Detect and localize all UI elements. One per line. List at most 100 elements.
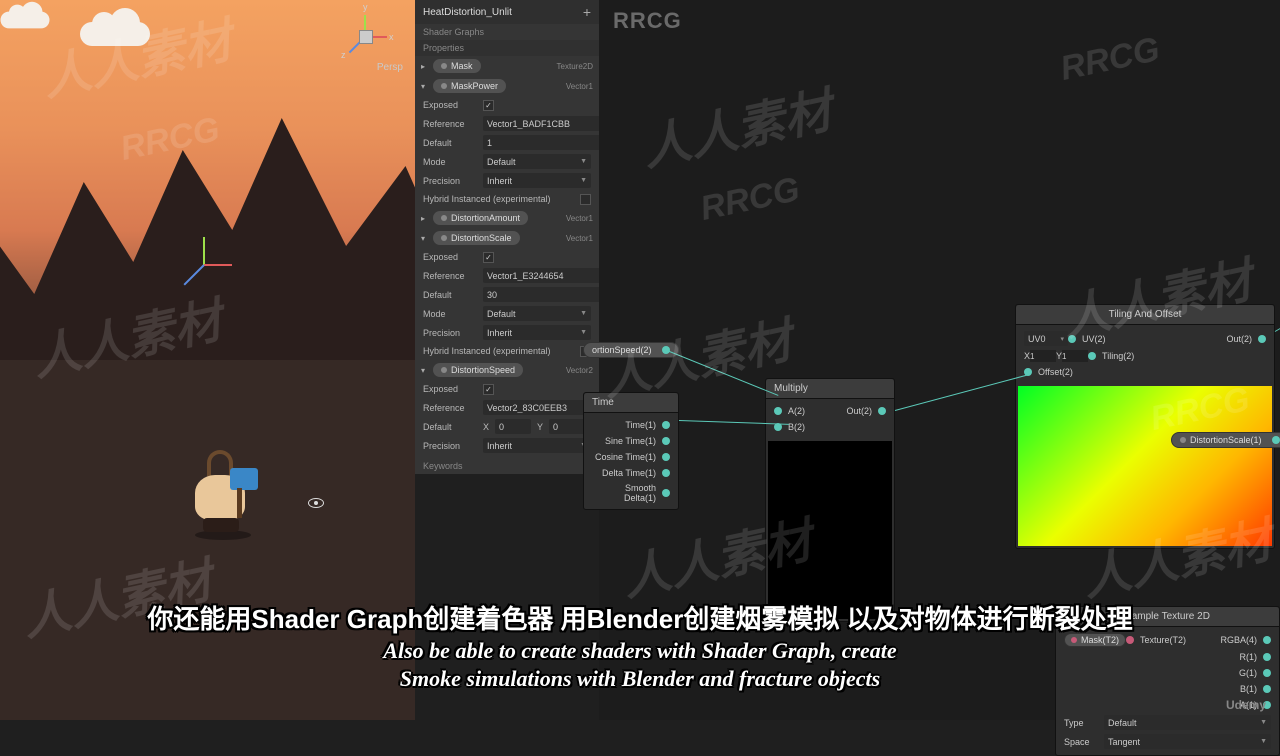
property-distortionscale[interactable]: ▾ DistortionScale Vector1 bbox=[415, 228, 599, 248]
connection-edge[interactable] bbox=[1275, 291, 1280, 332]
node-title[interactable]: Time bbox=[584, 393, 678, 413]
output-port[interactable] bbox=[662, 469, 670, 477]
port-label: B(2) bbox=[788, 422, 886, 432]
sample-type-dropdown[interactable]: Default▼ bbox=[1104, 715, 1271, 730]
reference-input[interactable] bbox=[483, 268, 608, 283]
cloud-deco bbox=[80, 22, 150, 46]
precision-dropdown[interactable]: Inherit▼ bbox=[483, 173, 591, 188]
mode-dropdown[interactable]: Default▼ bbox=[483, 306, 591, 321]
connection-edge[interactable] bbox=[667, 350, 779, 396]
property-distortionspeed[interactable]: ▾ DistortionSpeed Vector2 bbox=[415, 360, 599, 380]
field-label: Mode bbox=[423, 309, 477, 319]
uv-dropdown[interactable]: UV0▾ bbox=[1024, 331, 1068, 346]
property-type: Vector1 bbox=[566, 214, 593, 223]
port-label: Tiling(2) bbox=[1102, 351, 1266, 361]
axis-label-z: z bbox=[341, 50, 346, 60]
precision-dropdown[interactable]: Inherit▼ bbox=[483, 438, 591, 453]
tiling-y-input[interactable] bbox=[1062, 350, 1088, 362]
property-label: DistortionScale bbox=[451, 233, 512, 243]
time-node[interactable]: Time Time(1) Sine Time(1) Cosine Time(1)… bbox=[583, 392, 679, 510]
tiling-offset-node[interactable]: Tiling And Offset UV0▾ UV(2) Out(2) X Y … bbox=[1015, 304, 1275, 549]
connection-edge[interactable] bbox=[895, 374, 1030, 411]
default-input[interactable] bbox=[483, 287, 608, 302]
property-label: DistortionSpeed bbox=[451, 365, 515, 375]
port-label: Time(1) bbox=[592, 420, 656, 430]
field-label: Reference bbox=[423, 403, 477, 413]
subtitle-english-line1: Also be able to create shaders with Shad… bbox=[0, 638, 1280, 664]
property-node-distortionspeed[interactable]: ortionSpeed(2) bbox=[583, 342, 679, 358]
field-label: Type bbox=[1064, 718, 1104, 728]
output-port[interactable] bbox=[878, 407, 886, 415]
output-port[interactable] bbox=[662, 421, 670, 429]
field-label: Default bbox=[423, 290, 477, 300]
keywords-section-label: Keywords bbox=[415, 455, 599, 474]
field-label: Default bbox=[423, 138, 477, 148]
port-label: Out(2) bbox=[830, 406, 872, 416]
field-label: Hybrid Instanced (experimental) bbox=[423, 194, 574, 204]
default-input[interactable] bbox=[483, 135, 608, 150]
property-maskpower[interactable]: ▾ MaskPower Vector1 bbox=[415, 76, 599, 96]
exposed-checkbox[interactable]: ✓ bbox=[483, 384, 494, 395]
input-port[interactable] bbox=[1088, 352, 1096, 360]
default-y-input[interactable] bbox=[549, 419, 585, 434]
port-label: Cosine Time(1) bbox=[592, 452, 656, 462]
reference-input[interactable] bbox=[483, 116, 608, 131]
video-subtitle: 你还能用Shader Graph创建着色器 用Blender创建烟雾模拟 以及对… bbox=[0, 599, 1280, 692]
axis-label-x: x bbox=[389, 32, 394, 42]
add-property-button[interactable]: + bbox=[583, 4, 591, 20]
sample-space-dropdown[interactable]: Tangent▼ bbox=[1104, 734, 1271, 749]
axis-label: X bbox=[483, 422, 489, 432]
hybrid-checkbox[interactable] bbox=[580, 194, 591, 205]
udemy-logo: Udemy bbox=[1226, 698, 1266, 712]
field-label: Default bbox=[423, 422, 477, 432]
caret-down-icon: ▾ bbox=[421, 366, 429, 375]
node-preview bbox=[1018, 386, 1272, 546]
output-port[interactable] bbox=[1272, 436, 1280, 444]
properties-section-label: Properties bbox=[415, 40, 599, 56]
exposed-checkbox[interactable]: ✓ bbox=[483, 100, 494, 111]
field-label: Hybrid Instanced (experimental) bbox=[423, 346, 574, 356]
port-label: Delta Time(1) bbox=[592, 468, 656, 478]
exposed-checkbox[interactable]: ✓ bbox=[483, 252, 494, 263]
caret-down-icon: ▾ bbox=[421, 82, 429, 91]
node-label: DistortionScale(1) bbox=[1190, 435, 1262, 445]
field-label: Exposed bbox=[423, 252, 477, 262]
output-port[interactable] bbox=[662, 453, 670, 461]
transform-gizmo[interactable] bbox=[180, 240, 230, 290]
character-model[interactable] bbox=[175, 440, 265, 540]
precision-dropdown[interactable]: Inherit▼ bbox=[483, 325, 591, 340]
field-label: Precision bbox=[423, 441, 477, 451]
property-node-distortionscale[interactable]: DistortionScale(1) bbox=[1171, 432, 1280, 448]
property-mask[interactable]: ▸ Mask Texture2D bbox=[415, 56, 599, 76]
orientation-gizmo[interactable]: y x z bbox=[335, 6, 397, 68]
cloud-deco bbox=[1, 12, 50, 29]
field-label: Exposed bbox=[423, 100, 477, 110]
property-type: Texture2D bbox=[557, 62, 593, 71]
input-port[interactable] bbox=[1068, 335, 1076, 343]
multiply-node[interactable]: Multiply A(2)Out(2) B(2) bbox=[765, 378, 895, 622]
output-port[interactable] bbox=[1258, 335, 1266, 343]
node-title[interactable]: Tiling And Offset bbox=[1016, 305, 1274, 325]
node-preview bbox=[768, 441, 892, 619]
brand-watermark: RRCG bbox=[613, 8, 682, 34]
port-label: Sine Time(1) bbox=[592, 436, 656, 446]
input-port[interactable] bbox=[774, 407, 782, 415]
tiling-x-input[interactable] bbox=[1030, 350, 1056, 362]
axis-label: Y bbox=[537, 422, 543, 432]
node-title[interactable]: Multiply bbox=[766, 379, 894, 399]
default-x-input[interactable] bbox=[495, 419, 531, 434]
property-type: Vector1 bbox=[566, 82, 593, 91]
port-label: A(2) bbox=[788, 406, 830, 416]
property-distortionamount[interactable]: ▸ DistortionAmount Vector1 bbox=[415, 208, 599, 228]
caret-right-icon: ▸ bbox=[421, 62, 429, 71]
output-port[interactable] bbox=[662, 437, 670, 445]
projection-label[interactable]: Persp bbox=[377, 62, 403, 73]
output-port[interactable] bbox=[662, 489, 670, 497]
node-label: ortionSpeed(2) bbox=[592, 345, 652, 355]
property-label: MaskPower bbox=[451, 81, 498, 91]
field-label: Precision bbox=[423, 176, 477, 186]
mode-dropdown[interactable]: Default▼ bbox=[483, 154, 591, 169]
shader-title: HeatDistortion_Unlit bbox=[423, 7, 512, 18]
port-label: UV(2) bbox=[1082, 334, 1167, 344]
shader-subtitle: Shader Graphs bbox=[415, 24, 599, 40]
